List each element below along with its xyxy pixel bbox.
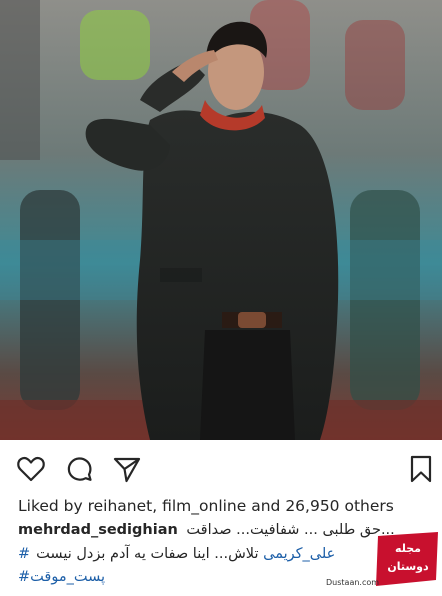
watermark-logo: مجله دوستان [370,530,442,592]
hashtag-link[interactable]: #پست_موقت [18,569,105,585]
watermark-url: Dustaan.com [326,578,380,587]
caption-line-3: #پست_موقت [18,569,105,585]
post-image [0,0,442,440]
likes-line: Liked by reihanet, film_online and 26,95… [18,497,394,515]
send-icon[interactable] [112,454,142,484]
caption-line-2: #علی_کریمی تلاش... اینا صفات یه آدم بزدل… [18,546,335,562]
likes-names[interactable]: reihanet, film_online [88,497,247,515]
comment-icon[interactable] [64,454,94,484]
svg-text:دوستان: دوستان [387,560,429,573]
caption-username[interactable]: mehrdad_sedighian [18,522,178,538]
caption-line-1: mehrdad_sedighian حق طلبی ... شفافیت... … [18,522,395,538]
post-photo[interactable] [0,0,442,440]
likes-count[interactable]: 26,950 others [285,497,394,515]
post-action-bar [0,440,442,496]
likes-middle: and [246,497,286,515]
bookmark-icon[interactable] [408,454,434,484]
caption-text-2: تلاش... اینا صفات یه آدم بزدل نیست [36,546,259,562]
heart-icon[interactable] [16,454,46,484]
likes-prefix: Liked by [18,497,88,515]
svg-text:مجله: مجله [395,542,421,555]
caption-text-1: حق طلبی ... شفافیت... صداقت... [186,522,395,538]
